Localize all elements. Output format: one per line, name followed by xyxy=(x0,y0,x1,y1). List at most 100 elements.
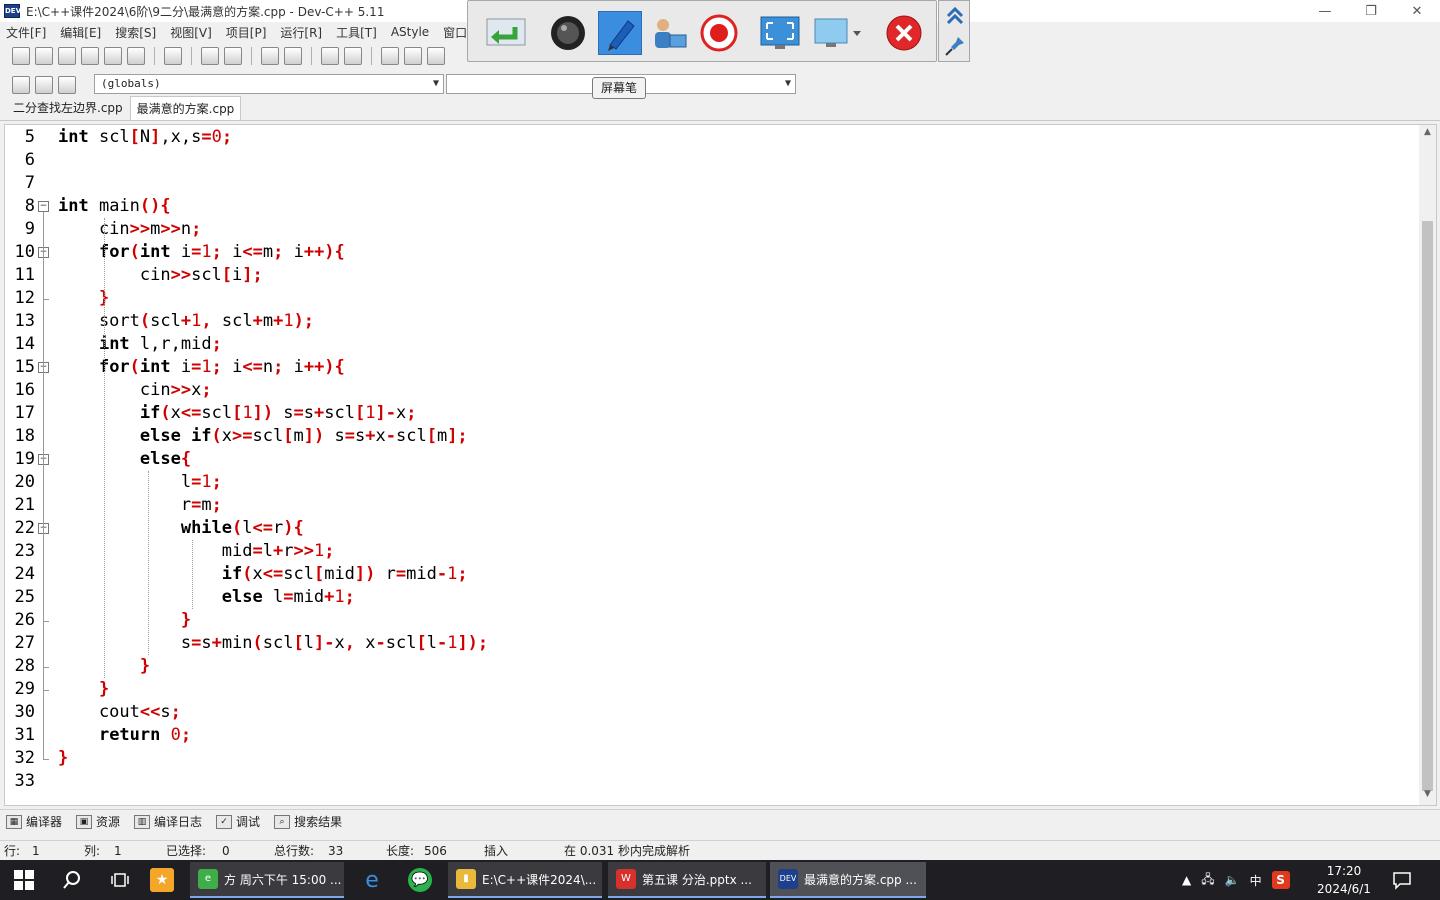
close-file-icon[interactable] xyxy=(104,47,122,65)
wechat-icon[interactable]: 💬 xyxy=(408,868,432,892)
menu-tools[interactable]: 工具[T] xyxy=(336,24,377,41)
code-line[interactable]: cin>>scl[i]; xyxy=(58,264,263,287)
code-line[interactable]: cin>>m>>n; xyxy=(58,218,201,241)
menu-astyle[interactable]: AStyle xyxy=(391,25,429,39)
menu-file[interactable]: 文件[F] xyxy=(6,24,46,41)
menu-project[interactable]: 项目[P] xyxy=(226,24,267,41)
tray-expand-icon[interactable]: ▲ xyxy=(1182,873,1191,887)
tab-binary-search-left[interactable]: 二分查找左边界.cpp xyxy=(6,95,130,120)
tab-resources[interactable]: ▣ 资源 xyxy=(76,813,120,830)
fullscreen-monitor-icon[interactable] xyxy=(758,11,802,55)
code-line[interactable]: cout<<s; xyxy=(58,701,181,724)
toggle-bookmark-icon[interactable] xyxy=(344,47,362,65)
star-app-icon[interactable]: ★ xyxy=(150,868,174,892)
save-icon[interactable] xyxy=(58,47,76,65)
goto-line-icon[interactable] xyxy=(321,47,339,65)
code-line[interactable]: int scl[N],x,s=0; xyxy=(58,126,232,149)
tab-debug[interactable]: ✓ 调试 xyxy=(216,813,260,830)
taskbar-app-meeting[interactable]: e 方 周六下午 15:00 ... xyxy=(190,862,344,898)
taskbar-app-explorer[interactable]: ▮ E:\C++课件2024\... xyxy=(448,862,602,898)
code-line[interactable]: } xyxy=(58,287,109,310)
volume-icon[interactable]: 🔈 xyxy=(1225,873,1240,887)
tab-compile-log[interactable]: ▥ 编译日志 xyxy=(134,813,202,830)
scroll-down-icon[interactable]: ▼ xyxy=(1419,789,1436,803)
code-editor[interactable]: 5678−910−1112131415−16171819−202122−2324… xyxy=(4,124,1437,806)
minimize-button[interactable]: — xyxy=(1302,0,1348,22)
vertical-scrollbar[interactable]: ▲ ▼ xyxy=(1419,125,1436,805)
insert-icon[interactable] xyxy=(35,76,53,94)
fold-toggle-icon[interactable]: − xyxy=(38,201,49,212)
code-line[interactable]: cin>>x; xyxy=(58,379,212,402)
scroll-up-icon[interactable]: ▲ xyxy=(1419,127,1436,141)
menu-search[interactable]: 搜索[S] xyxy=(115,24,156,41)
tab-search-results[interactable]: ⌕ 搜索结果 xyxy=(274,813,342,830)
code-line[interactable]: l=1; xyxy=(58,471,222,494)
find-icon[interactable] xyxy=(261,47,279,65)
network-icon[interactable]: 🖧 xyxy=(1201,870,1214,891)
search-icon[interactable] xyxy=(60,868,84,892)
bookmark-icon[interactable] xyxy=(58,76,76,94)
code-line[interactable]: } xyxy=(58,678,109,701)
code-line[interactable]: if(x<=scl[mid]) r=mid-1; xyxy=(58,563,468,586)
ime-indicator[interactable]: 中 xyxy=(1250,872,1262,889)
restore-button[interactable]: ❐ xyxy=(1348,0,1394,22)
task-view-icon[interactable] xyxy=(108,868,132,892)
menu-run[interactable]: 运行[R] xyxy=(280,24,322,41)
globals-combo[interactable]: (globals) ▼ xyxy=(94,74,444,94)
code-line[interactable]: for(int i=1; i<=n; i++){ xyxy=(58,356,345,379)
new-project-icon[interactable] xyxy=(12,76,30,94)
save-all-icon[interactable] xyxy=(81,47,99,65)
close-all-icon[interactable] xyxy=(127,47,145,65)
scrollbar-thumb[interactable] xyxy=(1422,221,1433,791)
taskbar-app-devcpp[interactable]: DEV 最满意的方案.cpp ... xyxy=(770,862,926,898)
return-arrow-icon[interactable] xyxy=(484,11,528,55)
code-line[interactable]: while(l<=r){ xyxy=(58,517,304,540)
collapse-up-icon[interactable] xyxy=(944,5,966,27)
tab-best-plan[interactable]: 最满意的方案.cpp xyxy=(129,96,242,120)
code-line[interactable]: else{ xyxy=(58,448,191,471)
screen-pen-icon[interactable] xyxy=(598,11,642,55)
code-line[interactable]: } xyxy=(58,609,191,632)
menu-edit[interactable]: 编辑[E] xyxy=(60,24,101,41)
code-token: ( xyxy=(252,633,263,653)
notification-icon[interactable] xyxy=(1390,868,1414,892)
display-dropdown-icon[interactable] xyxy=(812,11,864,55)
code-line[interactable]: mid=l+r>>1; xyxy=(58,540,335,563)
comment-icon[interactable] xyxy=(427,47,445,65)
code-line[interactable]: int main(){ xyxy=(58,195,171,218)
presenter-icon[interactable] xyxy=(646,11,690,55)
redo-icon[interactable] xyxy=(224,47,242,65)
code-line[interactable]: for(int i=1; i<=m; i++){ xyxy=(58,241,345,264)
print-icon[interactable] xyxy=(164,47,182,65)
toolbar-separator xyxy=(311,47,312,65)
windows-start-button[interactable] xyxy=(0,860,48,900)
tab-compiler[interactable]: ▦ 编译器 xyxy=(6,813,62,830)
code-token: cin xyxy=(58,380,171,400)
close-button[interactable]: ✕ xyxy=(1394,0,1440,22)
code-line[interactable]: else l=mid+1; xyxy=(58,586,355,609)
indent-icon[interactable] xyxy=(381,47,399,65)
taskbar-clock[interactable]: 17:20 2024/6/1 xyxy=(1314,862,1374,898)
new-file-icon[interactable] xyxy=(12,47,30,65)
pin-icon[interactable] xyxy=(944,35,966,57)
code-line[interactable]: sort(scl+1, scl+m+1); xyxy=(58,310,314,333)
code-line[interactable]: int l,r,mid; xyxy=(58,333,222,356)
code-line[interactable]: if(x<=scl[1]) s=s+scl[1]-x; xyxy=(58,402,417,425)
code-line[interactable]: r=m; xyxy=(58,494,222,517)
replace-icon[interactable] xyxy=(284,47,302,65)
code-area[interactable]: int scl[N],x,s=0; int main(){ cin>>m>>n; … xyxy=(58,125,1418,805)
open-file-icon[interactable] xyxy=(35,47,53,65)
close-circle-icon[interactable] xyxy=(882,11,926,55)
taskbar-app-pptx[interactable]: W 第五课 分治.pptx ... xyxy=(608,862,766,898)
code-line[interactable]: } xyxy=(58,747,68,770)
record-icon[interactable] xyxy=(697,11,741,55)
camera-lens-icon[interactable] xyxy=(546,11,590,55)
undo-icon[interactable] xyxy=(201,47,219,65)
unindent-icon[interactable] xyxy=(404,47,422,65)
code-line[interactable]: s=s+min(scl[l]-x, x-scl[l-1]); xyxy=(58,632,488,655)
sogou-input-icon[interactable]: S xyxy=(1271,871,1290,889)
menu-view[interactable]: 视图[V] xyxy=(170,24,212,41)
code-line[interactable]: return 0; xyxy=(58,724,191,747)
ie-browser-icon[interactable]: e xyxy=(360,868,384,893)
code-line[interactable]: else if(x>=scl[m]) s=s+x-scl[m]; xyxy=(58,425,468,448)
